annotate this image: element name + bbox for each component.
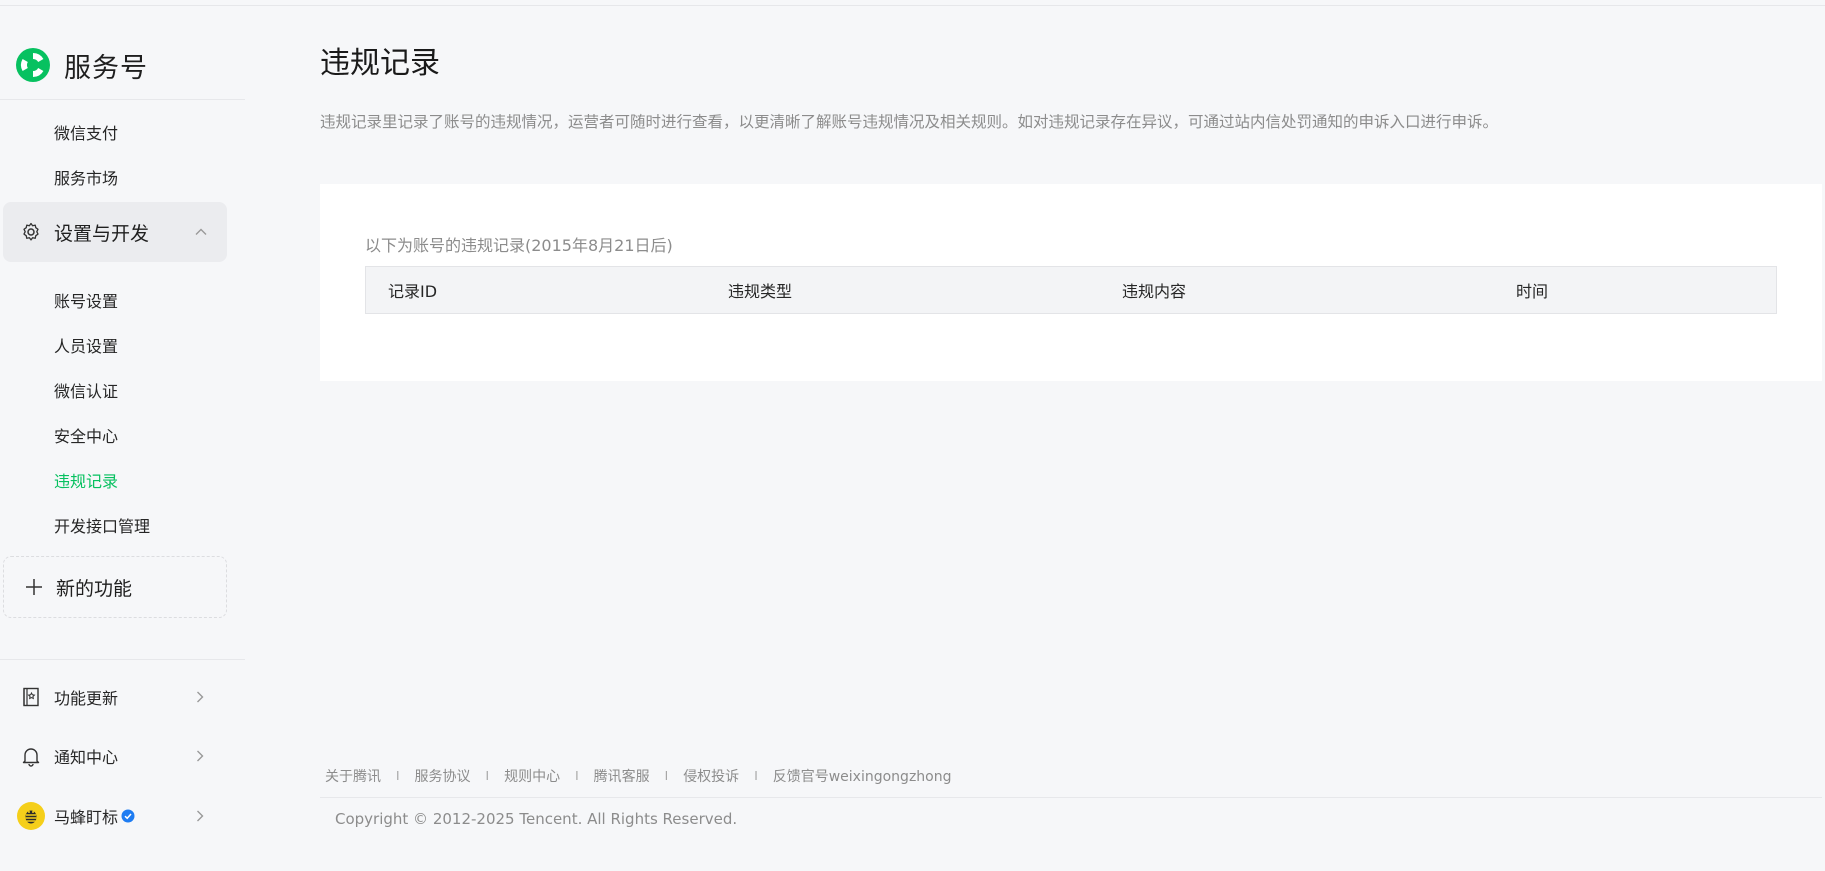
footer-separator: I [396,769,400,783]
wechat-service-logo-icon [16,48,50,82]
sidebar-item-feature-updates[interactable]: 功能更新 [0,675,230,719]
bee-avatar [17,802,45,830]
footer-separator: I [754,769,758,783]
account-name: 马蜂盯标 [54,808,119,827]
footer-link-feedback[interactable]: 反馈官号weixingongzhong [773,766,952,786]
footer-divider [320,797,1822,798]
new-feature-button[interactable]: 新的功能 [3,556,227,618]
records-subtitle: 以下为账号的违规记录(2015年8月21日后) [365,236,673,255]
page-title: 违规记录 [320,46,440,81]
chevron-right-icon [197,750,204,762]
bell-icon [22,748,40,767]
sidebar-group-label: 设置与开发 [54,222,150,245]
brand-name: 服务号 [64,52,148,84]
verified-badge-icon [121,809,135,823]
violation-records-card: 以下为账号的违规记录(2015年8月21日后) 记录ID 违规类型 违规内容 时… [320,184,1822,381]
sidebar-divider [0,659,245,660]
footer-link-agreement[interactable]: 服务协议 [415,766,471,786]
top-border [0,0,1825,6]
footer-link-infringement[interactable]: 侵权投诉 [683,766,739,786]
footer-separator: I [664,769,669,783]
sidebar-item-account-settings[interactable]: 账号设置 [54,288,118,312]
table-header: 记录ID 违规类型 违规内容 时间 [365,266,1777,314]
sidebar-group-settings-dev[interactable]: 设置与开发 [3,202,227,262]
sidebar-item-wechat-verify[interactable]: 微信认证 [54,378,118,402]
feature-updates-label: 功能更新 [54,689,119,708]
new-feature-label: 新的功能 [56,577,133,600]
gear-icon [23,222,39,241]
sidebar-item-violation-records[interactable]: 违规记录 [54,468,118,492]
document-icon [23,687,39,707]
sidebar-item-dev-api[interactable]: 开发接口管理 [54,513,150,537]
sidebar-divider [0,99,245,100]
footer-link-about[interactable]: 关于腾讯 [325,766,381,786]
column-header-record-id: 记录ID [388,282,438,301]
sidebar-item-member-settings[interactable]: 人员设置 [54,333,118,357]
footer-separator: I [485,769,490,783]
sidebar-item-security-center[interactable]: 安全中心 [54,423,118,447]
plus-icon [26,579,42,595]
sidebar: 服务号 微信支付 服务市场 设置与开发 账号设置 人员设置 微信认证 安全中心 … [0,6,245,871]
footer-separator: I [575,769,579,783]
page-description: 违规记录里记录了账号的违规情况，运营者可随时进行查看，以更清晰了解账号违规情况及… [320,113,1499,131]
sidebar-account-profile[interactable]: 马蜂盯标 [0,794,230,838]
column-header-time: 时间 [1516,282,1549,301]
sidebar-item-service-market[interactable]: 服务市场 [54,165,118,189]
footer-link-support[interactable]: 腾讯客服 [594,766,650,786]
chevron-right-icon [197,691,204,703]
bee-icon [25,810,37,824]
copyright: Copyright © 2012-2025 Tencent. All Right… [335,810,738,828]
brand[interactable]: 服务号 [14,42,148,88]
sidebar-item-wechat-pay[interactable]: 微信支付 [54,120,118,144]
footer-links: 关于腾讯 I 服务协议 I 规则中心 I 腾讯客服 I 侵权投诉 I 反馈官号w… [325,766,952,786]
chevron-up-icon[interactable] [193,224,209,240]
column-header-violation-type: 违规类型 [728,282,793,301]
footer-link-rules[interactable]: 规则中心 [504,766,560,786]
column-header-violation-content: 违规内容 [1122,282,1187,301]
sidebar-item-notification-center[interactable]: 通知中心 [0,734,230,778]
chevron-right-icon [197,810,204,822]
notification-center-label: 通知中心 [54,748,119,767]
